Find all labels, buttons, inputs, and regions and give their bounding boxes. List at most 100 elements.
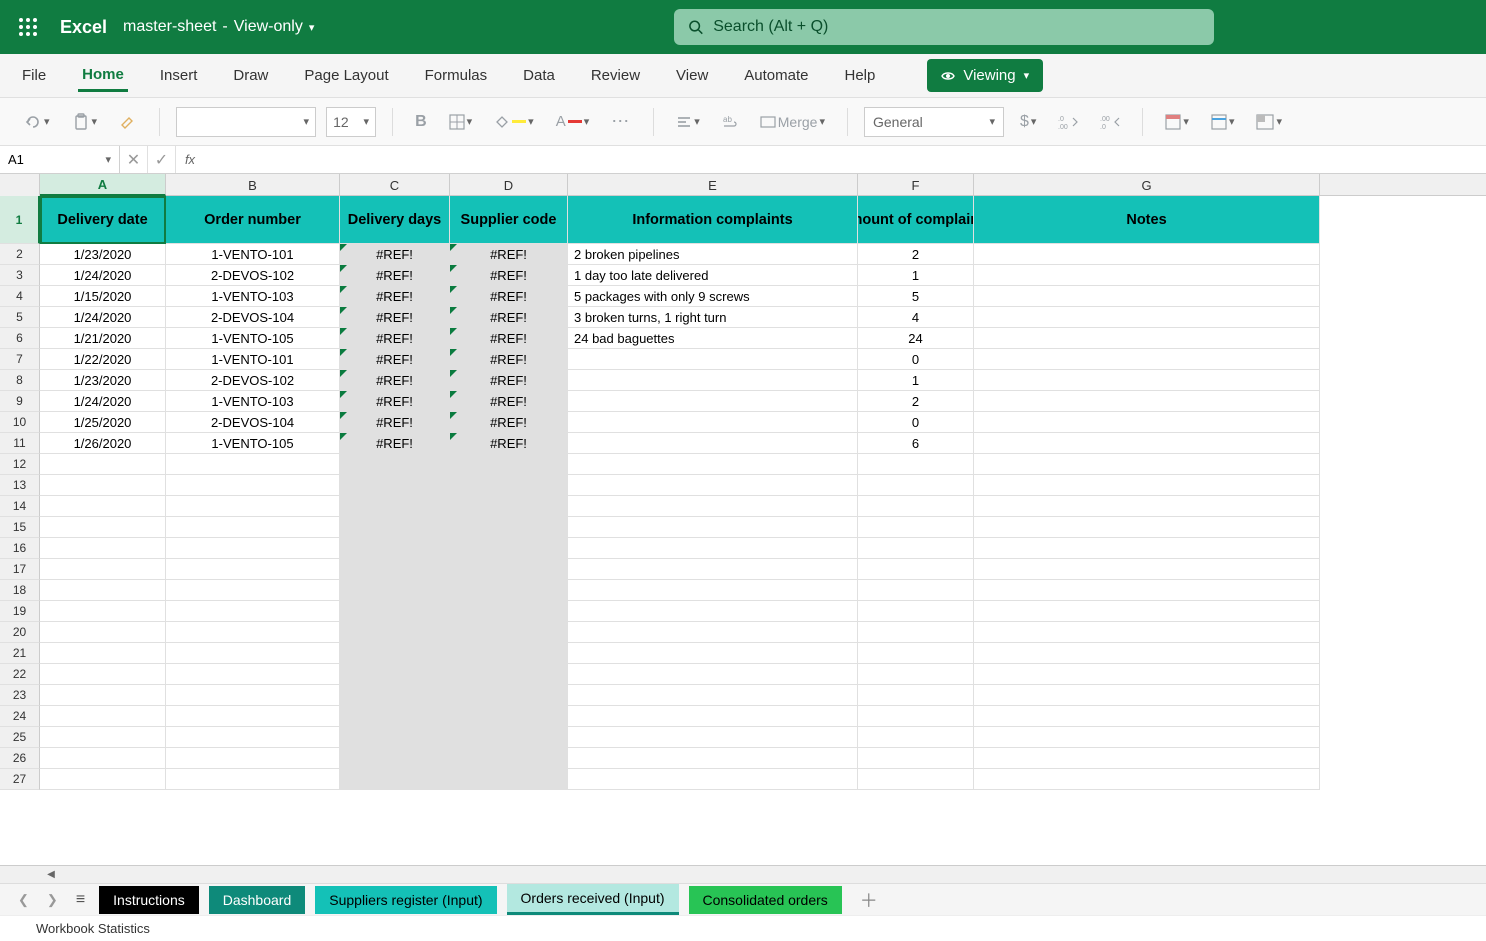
cell-E18[interactable] (568, 580, 858, 601)
cell-G22[interactable] (974, 664, 1320, 685)
cell-B10[interactable]: 2-DEVOS-104 (166, 412, 340, 433)
cell-E5[interactable]: 3 broken turns, 1 right turn (568, 307, 858, 328)
cell-D7[interactable]: #REF! (450, 349, 568, 370)
cell-C19[interactable] (340, 601, 450, 622)
cell-E25[interactable] (568, 727, 858, 748)
cell-A15[interactable] (40, 517, 166, 538)
row-header-10[interactable]: 10 (0, 412, 40, 433)
col-header-E[interactable]: E (568, 174, 858, 196)
cell-B6[interactable]: 1-VENTO-105 (166, 328, 340, 349)
cell-D15[interactable] (450, 517, 568, 538)
cell-F20[interactable] (858, 622, 974, 643)
header-cell-D[interactable]: Supplier code (450, 196, 568, 244)
cell-A11[interactable]: 1/26/2020 (40, 433, 166, 454)
cell-A8[interactable]: 1/23/2020 (40, 370, 166, 391)
cell-E12[interactable] (568, 454, 858, 475)
cell-F19[interactable] (858, 601, 974, 622)
cell-G15[interactable] (974, 517, 1320, 538)
add-sheet-button[interactable]: ＋ (852, 887, 886, 913)
tab-data[interactable]: Data (519, 61, 559, 90)
cell-E16[interactable] (568, 538, 858, 559)
row-header-1[interactable]: 1 (0, 196, 40, 244)
sheet-tab-dashboard[interactable]: Dashboard (209, 886, 306, 914)
row-header-5[interactable]: 5 (0, 307, 40, 328)
cell-A9[interactable]: 1/24/2020 (40, 391, 166, 412)
format-table-button[interactable]: ▾ (1205, 110, 1241, 134)
cell-C20[interactable] (340, 622, 450, 643)
cell-B13[interactable] (166, 475, 340, 496)
cell-B8[interactable]: 2-DEVOS-102 (166, 370, 340, 391)
row-header-12[interactable]: 12 (0, 454, 40, 475)
cell-E10[interactable] (568, 412, 858, 433)
cell-C27[interactable] (340, 769, 450, 790)
cell-A19[interactable] (40, 601, 166, 622)
sheet-nav-prev[interactable]: ❮ (14, 892, 33, 908)
cell-G9[interactable] (974, 391, 1320, 412)
tab-formulas[interactable]: Formulas (421, 61, 492, 90)
cell-G10[interactable] (974, 412, 1320, 433)
cell-A14[interactable] (40, 496, 166, 517)
paste-button[interactable]: ▾ (66, 109, 104, 135)
currency-button[interactable]: $▾ (1014, 109, 1042, 135)
cell-D5[interactable]: #REF! (450, 307, 568, 328)
cell-D21[interactable] (450, 643, 568, 664)
cell-E19[interactable] (568, 601, 858, 622)
row-header-19[interactable]: 19 (0, 601, 40, 622)
cell-A10[interactable]: 1/25/2020 (40, 412, 166, 433)
cell-B19[interactable] (166, 601, 340, 622)
cell-G23[interactable] (974, 685, 1320, 706)
tab-home[interactable]: Home (78, 60, 128, 92)
cell-F12[interactable] (858, 454, 974, 475)
cell-C16[interactable] (340, 538, 450, 559)
cell-D20[interactable] (450, 622, 568, 643)
tab-draw[interactable]: Draw (229, 61, 272, 90)
cell-E7[interactable] (568, 349, 858, 370)
header-cell-A[interactable]: Delivery date (40, 196, 166, 244)
row-header-13[interactable]: 13 (0, 475, 40, 496)
cell-G20[interactable] (974, 622, 1320, 643)
cell-A23[interactable] (40, 685, 166, 706)
cell-F22[interactable] (858, 664, 974, 685)
cell-E2[interactable]: 2 broken pipelines (568, 244, 858, 265)
cell-A16[interactable] (40, 538, 166, 559)
cell-A5[interactable]: 1/24/2020 (40, 307, 166, 328)
tab-view[interactable]: View (672, 61, 712, 90)
cell-D10[interactable]: #REF! (450, 412, 568, 433)
cell-G5[interactable] (974, 307, 1320, 328)
cell-F27[interactable] (858, 769, 974, 790)
cell-B15[interactable] (166, 517, 340, 538)
cell-E17[interactable] (568, 559, 858, 580)
cell-F18[interactable] (858, 580, 974, 601)
cell-G3[interactable] (974, 265, 1320, 286)
col-header-B[interactable]: B (166, 174, 340, 196)
cell-A24[interactable] (40, 706, 166, 727)
search-input[interactable] (713, 18, 1200, 36)
cell-G14[interactable] (974, 496, 1320, 517)
cell-E11[interactable] (568, 433, 858, 454)
merge-button[interactable]: Merge▾ (754, 110, 831, 134)
row-header-2[interactable]: 2 (0, 244, 40, 265)
cell-C24[interactable] (340, 706, 450, 727)
tab-automate[interactable]: Automate (740, 61, 812, 90)
sheet-tab-suppliers[interactable]: Suppliers register (Input) (315, 886, 496, 914)
cell-C12[interactable] (340, 454, 450, 475)
row-header-26[interactable]: 26 (0, 748, 40, 769)
cell-F8[interactable]: 1 (858, 370, 974, 391)
row-header-6[interactable]: 6 (0, 328, 40, 349)
cell-G8[interactable] (974, 370, 1320, 391)
row-header-15[interactable]: 15 (0, 517, 40, 538)
row-header-9[interactable]: 9 (0, 391, 40, 412)
cell-F9[interactable]: 2 (858, 391, 974, 412)
row-header-21[interactable]: 21 (0, 643, 40, 664)
header-cell-G[interactable]: Notes (974, 196, 1320, 244)
cell-G16[interactable] (974, 538, 1320, 559)
cell-F4[interactable]: 5 (858, 286, 974, 307)
cell-A26[interactable] (40, 748, 166, 769)
row-header-23[interactable]: 23 (0, 685, 40, 706)
tab-review[interactable]: Review (587, 61, 644, 90)
cell-D8[interactable]: #REF! (450, 370, 568, 391)
confirm-formula-icon[interactable]: ✓ (148, 146, 176, 173)
sheet-tab-orders[interactable]: Orders received (Input) (507, 884, 679, 915)
cell-F11[interactable]: 6 (858, 433, 974, 454)
cell-E6[interactable]: 24 bad baguettes (568, 328, 858, 349)
